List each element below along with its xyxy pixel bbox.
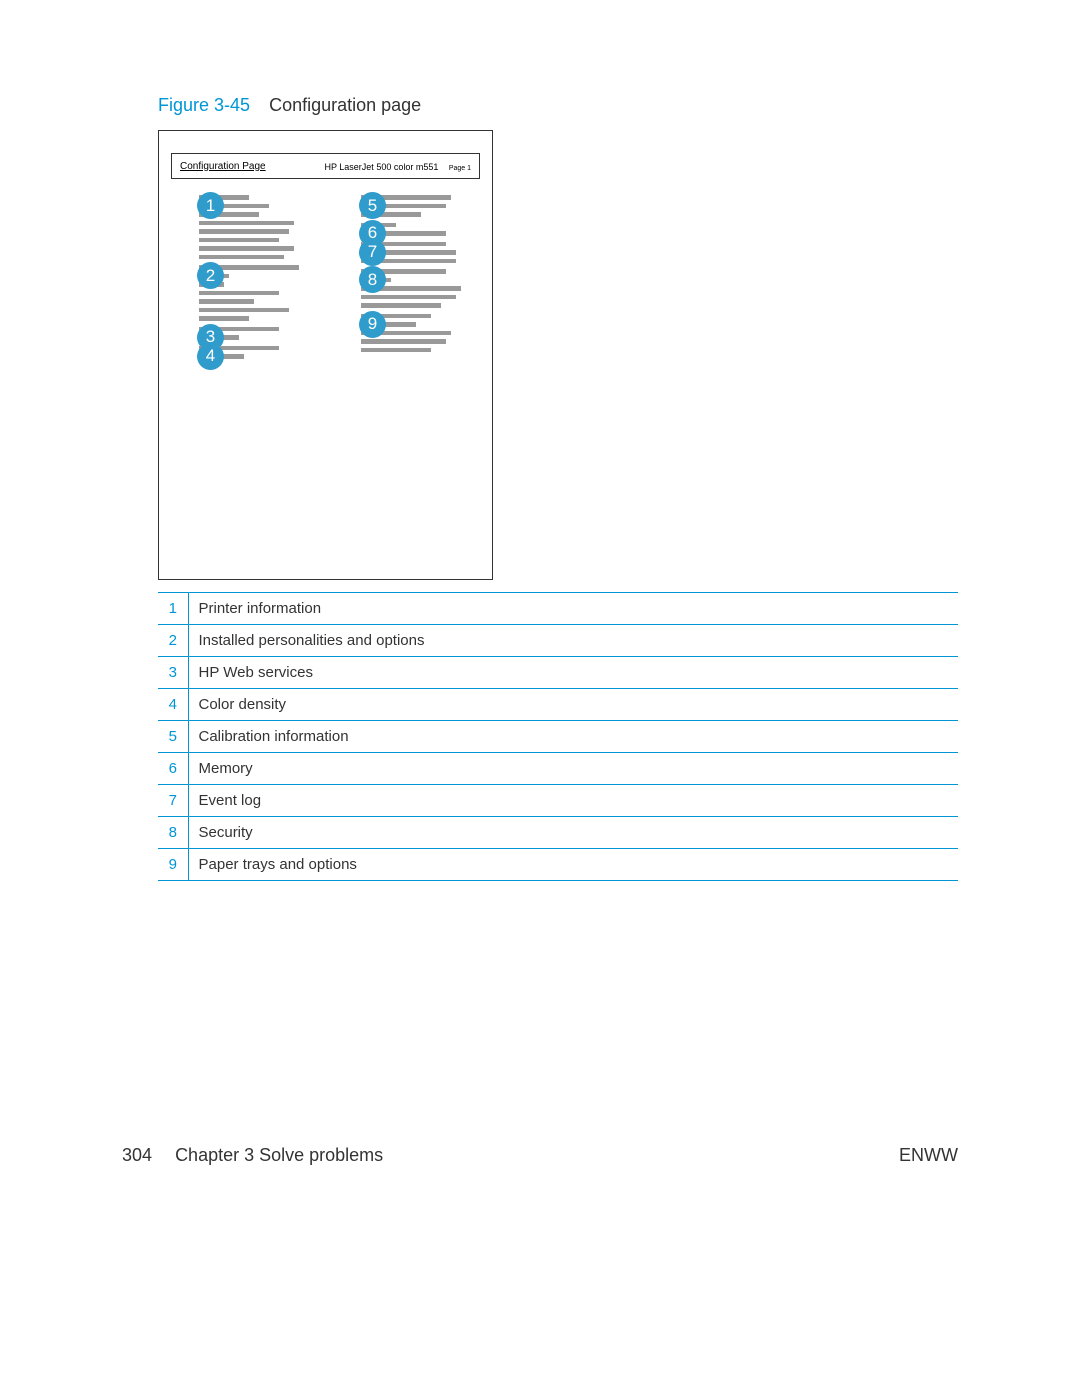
table-row: 6Memory — [158, 753, 958, 785]
figure-title: Configuration page — [269, 95, 421, 115]
legend-num: 5 — [158, 721, 188, 753]
legend-num: 3 — [158, 657, 188, 689]
printer-model: HP LaserJet 500 color m551 — [324, 162, 438, 172]
legend-desc: Printer information — [188, 593, 958, 625]
page-footer: 304 Chapter 3 Solve problems ENWW — [122, 1145, 958, 1166]
legend-num: 2 — [158, 625, 188, 657]
table-row: 7Event log — [158, 785, 958, 817]
callout-2: 2 — [197, 262, 224, 289]
legend-num: 7 — [158, 785, 188, 817]
legend-num: 6 — [158, 753, 188, 785]
callout-8: 8 — [359, 266, 386, 293]
table-row: 9Paper trays and options — [158, 849, 958, 881]
table-row: 8Security — [158, 817, 958, 849]
footer-lang: ENWW — [899, 1145, 958, 1166]
legend-num: 1 — [158, 593, 188, 625]
legend-num: 9 — [158, 849, 188, 881]
legend-desc: HP Web services — [188, 657, 958, 689]
page-number-inner: Page 1 — [449, 165, 471, 172]
callout-7: 7 — [359, 239, 386, 266]
legend-num: 4 — [158, 689, 188, 721]
legend-desc: Color density — [188, 689, 958, 721]
legend-desc: Security — [188, 817, 958, 849]
callout-9: 9 — [359, 311, 386, 338]
left-column: 1 2 3 — [173, 195, 299, 365]
table-row: 5Calibration information — [158, 721, 958, 753]
legend-table: 1Printer information 2Installed personal… — [158, 592, 958, 881]
callout-1: 1 — [197, 192, 224, 219]
config-page-illustration: Configuration Page HP LaserJet 500 color… — [158, 130, 493, 580]
figure-label: Figure 3-45 — [158, 95, 250, 115]
table-row: 2Installed personalities and options — [158, 625, 958, 657]
legend-desc: Event log — [188, 785, 958, 817]
footer-chapter: Chapter 3 Solve problems — [175, 1145, 383, 1165]
figure-caption: Figure 3-45 Configuration page — [158, 95, 958, 116]
legend-desc: Memory — [188, 753, 958, 785]
table-row: 3HP Web services — [158, 657, 958, 689]
callout-5: 5 — [359, 192, 386, 219]
legend-desc: Installed personalities and options — [188, 625, 958, 657]
footer-page-num: 304 — [122, 1145, 152, 1165]
legend-desc: Calibration information — [188, 721, 958, 753]
table-row: 1Printer information — [158, 593, 958, 625]
right-column: 5 6 7 8 — [335, 195, 461, 365]
table-row: 4Color density — [158, 689, 958, 721]
legend-desc: Paper trays and options — [188, 849, 958, 881]
doc-header: Configuration Page HP LaserJet 500 color… — [171, 153, 480, 179]
callout-4: 4 — [197, 343, 224, 370]
cfg-page-title: Configuration Page — [180, 161, 266, 172]
legend-num: 8 — [158, 817, 188, 849]
